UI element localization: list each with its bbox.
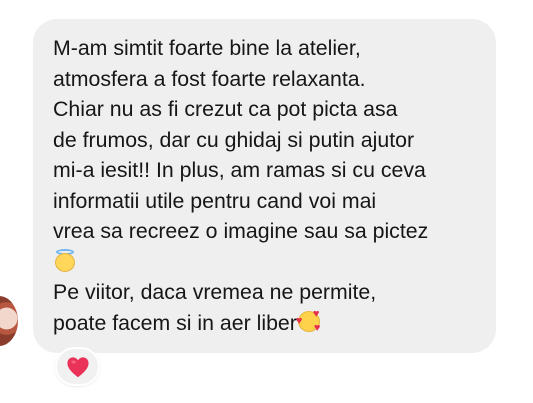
small-heart-icon: ♥ bbox=[313, 321, 321, 334]
heart-reaction-badge[interactable] bbox=[55, 347, 100, 386]
small-heart-icon: ♥ bbox=[312, 307, 320, 320]
message-line-5: mi-a iesit!! In plus, am ramas si cu cev… bbox=[53, 158, 426, 182]
message-line-6: informatii utile pentru cand voi mai bbox=[53, 188, 377, 213]
small-heart-icon: ♥ bbox=[295, 314, 303, 327]
sender-avatar[interactable] bbox=[0, 296, 18, 346]
message-line-1: M-am simtit foarte bine la atelier, bbox=[53, 36, 361, 60]
message-text: M-am simtit foarte bine la atelier, atmo… bbox=[53, 33, 480, 338]
message-line-8: Pe viitor, daca vremea ne permite, bbox=[53, 280, 377, 304]
smiling-face-icon bbox=[55, 252, 75, 272]
message-bubble[interactable]: M-am simtit foarte bine la atelier, atmo… bbox=[33, 19, 496, 353]
smiling-face-with-hearts-emoji: ♥ ♥ ♥ bbox=[295, 307, 322, 334]
smiling-face-with-halo-emoji bbox=[54, 248, 76, 272]
red-heart-icon bbox=[66, 356, 89, 377]
message-line-9: poate facem si in aer liber bbox=[53, 310, 297, 335]
message-line-4: de frumos, dar cu ghidaj si putin ajutor bbox=[53, 127, 415, 152]
message-line-3: Chiar nu as fi crezut ca pot picta asa bbox=[53, 97, 398, 121]
message-line-2: atmosfera a fost foarte relaxanta. bbox=[53, 66, 366, 91]
chat-canvas: M-am simtit foarte bine la atelier, atmo… bbox=[0, 0, 533, 403]
message-line-7: vrea sa recreez o imagine sau sa pictez bbox=[53, 219, 429, 243]
